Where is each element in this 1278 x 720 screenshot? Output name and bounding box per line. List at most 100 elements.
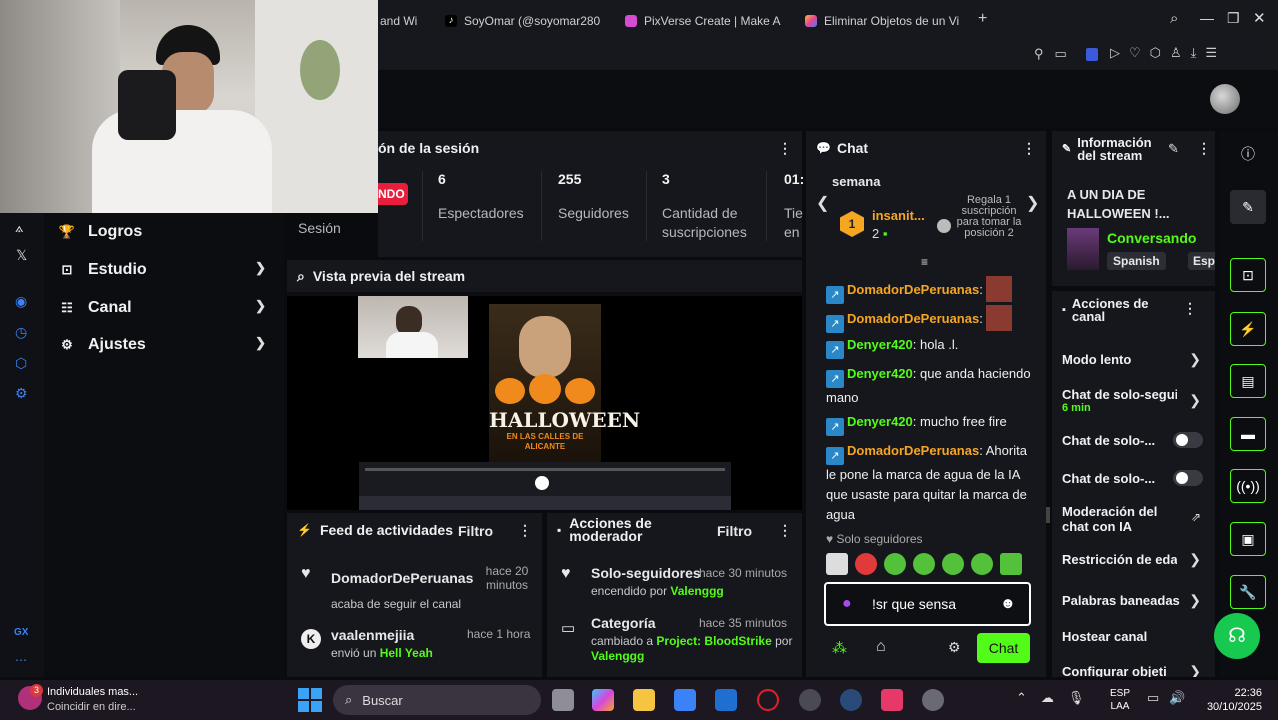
action-ai-moderation[interactable]: Moderación del chat con IA	[1062, 504, 1172, 534]
emote-icon[interactable]	[913, 553, 935, 575]
chevron-right-icon[interactable]: ❯	[1189, 592, 1201, 609]
action-host-channel[interactable]: Hostear canal	[1062, 629, 1208, 644]
file-explorer-icon[interactable]	[633, 689, 655, 711]
browser-tab[interactable]: ♪ SoyOmar (@soyomar280	[445, 10, 605, 32]
chat-username[interactable]: DomadorDePeruanas	[847, 311, 979, 326]
close-icon[interactable]: ✕	[1253, 9, 1266, 27]
maximize-icon[interactable]: ❐	[1227, 10, 1240, 27]
broadcast-icon[interactable]: ((•))	[1230, 469, 1266, 503]
steam-icon[interactable]	[840, 689, 862, 711]
feed-user[interactable]: DomadorDePeruanas	[331, 570, 473, 586]
more-options-icon[interactable]: ⋮	[1022, 140, 1036, 157]
sidebar-item-ajustes[interactable]: ⚙ Ajustes ❯	[60, 333, 270, 357]
chevron-left-icon[interactable]: ❮	[816, 193, 829, 213]
windows-start-icon[interactable]	[298, 688, 322, 712]
action-slow-mode[interactable]: Modo lento	[1062, 352, 1208, 367]
more-options-icon[interactable]: ⋮	[1183, 300, 1197, 317]
app-logo-icon[interactable]: ⟑	[15, 219, 24, 236]
browser-tab[interactable]: PixVerse Create | Make A	[625, 10, 785, 32]
x-icon[interactable]: 𝕏	[16, 247, 27, 264]
chevron-right-icon[interactable]: ❯	[1189, 551, 1201, 568]
info-icon[interactable]: ⓘ	[1230, 137, 1266, 171]
feed-filter-button[interactable]: Filtro	[458, 523, 493, 539]
expand-icon[interactable]: ≡	[921, 255, 928, 269]
sidebar-item-canal[interactable]: ☷ Canal ❯	[60, 296, 270, 320]
leader-name[interactable]: insanit...	[872, 208, 925, 223]
shield-icon[interactable]	[1086, 48, 1098, 61]
copilot-icon[interactable]	[592, 689, 614, 711]
browser-tab[interactable]: and Wi	[380, 10, 432, 32]
mod-filter-button[interactable]: Filtro	[717, 523, 752, 539]
external-link-icon[interactable]: ⇗	[1191, 510, 1201, 524]
action-age-restriction[interactable]: Restricción de edad	[1062, 552, 1177, 567]
more-options-icon[interactable]: ⋮	[778, 522, 792, 539]
emote-icon[interactable]	[855, 553, 877, 575]
widget-title[interactable]: Individuales mas...	[47, 686, 138, 698]
more-options-icon[interactable]: ⋮	[778, 140, 792, 157]
scrollbar[interactable]	[1046, 507, 1050, 523]
clock[interactable]: 22:36 30/10/2025	[1200, 686, 1262, 714]
action-followers-chat[interactable]: Chat de solo-segui	[1062, 387, 1177, 402]
browser-tab[interactable]: Eliminar Objetos de un Vi	[805, 10, 965, 32]
pencil-icon[interactable]: ✎	[1230, 190, 1266, 224]
emote-icon[interactable]	[884, 553, 906, 575]
emote-icon[interactable]	[826, 553, 848, 575]
emote-icon[interactable]	[1000, 553, 1022, 575]
target-icon[interactable]: ⊡	[1230, 258, 1266, 292]
points-icon[interactable]: ⁂	[832, 639, 847, 657]
chevron-right-icon[interactable]: ❯	[1189, 663, 1201, 677]
feed-user[interactable]: vaalenmejiia	[331, 627, 414, 643]
chat-username[interactable]: DomadorDePeruanas	[847, 282, 979, 297]
chevron-right-icon[interactable]: ❯	[1189, 351, 1201, 368]
language-indicator[interactable]: ESP LAA	[1110, 687, 1130, 713]
more-options-icon[interactable]: ⋮	[518, 522, 532, 539]
chat-username[interactable]: DomadorDePeruanas	[847, 443, 979, 458]
app-icon[interactable]	[799, 689, 821, 711]
chevron-right-icon[interactable]: ❯	[1026, 193, 1039, 213]
emoji-icon[interactable]: ☻	[1000, 595, 1016, 612]
notes-icon[interactable]: ▤	[1230, 364, 1266, 398]
send-chat-button[interactable]: Chat	[977, 633, 1030, 663]
opera-gx-icon[interactable]	[757, 689, 779, 711]
taskbar-search[interactable]: ⌕ Buscar	[333, 685, 541, 715]
chat-username[interactable]: Denyer420	[847, 366, 913, 381]
mod-sub-user[interactable]: Valenggg	[591, 649, 644, 663]
chevron-right-icon[interactable]: ❯	[1189, 392, 1201, 409]
sidebar-item-logros[interactable]: 🏆 Logros	[59, 220, 270, 244]
category-thumbnail[interactable]	[1067, 228, 1099, 270]
minimize-icon[interactable]: —	[1200, 10, 1214, 26]
support-headset-icon[interactable]: ☊	[1214, 613, 1260, 659]
toggle-switch[interactable]	[1173, 470, 1203, 486]
avatar[interactable]	[1210, 84, 1240, 114]
chat-icon[interactable]: ▬	[1230, 417, 1266, 451]
tiktok-live-icon[interactable]	[881, 689, 903, 711]
media-player-icon[interactable]	[922, 689, 944, 711]
action-banned-words[interactable]: Palabras baneadas	[1062, 593, 1187, 608]
category-name[interactable]: Conversando	[1107, 230, 1196, 246]
play-icon[interactable]: ◉	[15, 293, 27, 310]
more-icon[interactable]: ⋯	[15, 653, 27, 667]
store-icon[interactable]: ⌂	[876, 638, 886, 656]
action-configure-goals[interactable]: Configurar objeti	[1062, 664, 1177, 677]
mod-sub-user[interactable]: Valenggg	[670, 584, 723, 598]
emote-icon[interactable]	[942, 553, 964, 575]
settings-icon[interactable]: ⚙	[15, 385, 28, 402]
outlook-icon[interactable]	[715, 689, 737, 711]
gift-prompt[interactable]: Regala 1 suscripción para tomar la posic…	[955, 195, 1023, 239]
mod-sub-project[interactable]: Project: BloodStrike	[656, 634, 771, 648]
new-tab-button[interactable]: +	[978, 10, 987, 28]
emote-icon[interactable]	[971, 553, 993, 575]
browser-toolbar-icons[interactable]: ⚲▭	[1034, 46, 1078, 62]
chat-input[interactable]: ● !sr que sensa ☻	[824, 582, 1031, 626]
gear-icon[interactable]: ⚙	[948, 639, 961, 656]
extensions-icons[interactable]: ▷♡⬡♙⤓☰	[1110, 45, 1226, 61]
chat-username[interactable]: Denyer420	[847, 337, 913, 352]
layout-icon[interactable]: ▣	[1230, 522, 1266, 556]
toggle-switch[interactable]	[1173, 432, 1203, 448]
wrench-icon[interactable]: 🔧	[1230, 575, 1266, 609]
tray-icons[interactable]: ⌃☁🎙	[1016, 690, 1098, 706]
store-icon[interactable]	[674, 689, 696, 711]
stream-video[interactable]: HALLOWEEN EN LAS CALLES DE ALICANTE	[287, 296, 802, 510]
chat-username[interactable]: Denyer420	[847, 414, 913, 429]
network-volume-icons[interactable]: ▭🔊	[1147, 690, 1195, 706]
